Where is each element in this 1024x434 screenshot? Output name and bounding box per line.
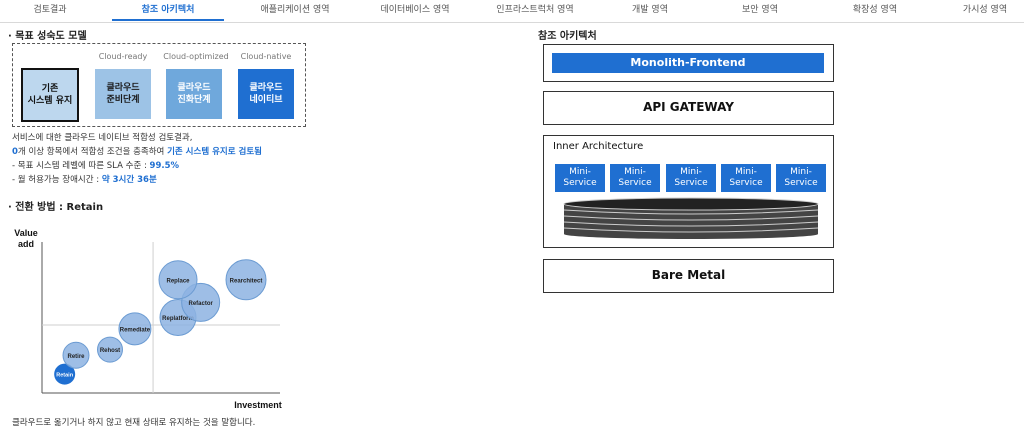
tab-database[interactable]: 데이터베이스 영역 — [355, 0, 475, 21]
bubble-label-refactor: Refactor — [188, 301, 213, 307]
maturity-section-title: · 목표 성숙도 모델 — [8, 31, 87, 42]
inner-architecture-title: Inner Architecture — [553, 141, 644, 152]
summary-line1: 서비스에 대한 클라우드 네이티브 적합성 검토결과, — [12, 133, 193, 143]
bubble-label-retain: Retain — [56, 373, 73, 379]
bubble-label-rearchitect: Rearchitect — [230, 278, 263, 284]
summary-text: 개 이상 항목에서 적합성 조건을 충족하여 — [17, 147, 168, 157]
tab-bar: 검토결과 참조 아키텍처 애플리케이션 영역 데이터베이스 영역 인프라스트럭처… — [0, 0, 1024, 23]
architecture-section-title: 참조 아키텍처 — [538, 31, 597, 42]
tab-scalability[interactable]: 확장성 영역 — [835, 0, 915, 21]
monolith-frontend-bar[interactable]: Monolith-Frontend — [552, 53, 824, 73]
tab-review[interactable]: 검토결과 — [10, 0, 90, 21]
tab-security[interactable]: 보안 영역 — [720, 0, 800, 21]
stage-label-cloud-ready: Cloud-ready — [98, 52, 148, 61]
mini-service-3[interactable]: Mini- Service — [666, 164, 716, 192]
bubble-group: RetainRetireRehostRemediateReplatformRef… — [54, 259, 267, 385]
summary-result: 기존 시스템 유지로 검토됨 — [167, 147, 262, 157]
stage-cloud-optimized: 클라우드 진화단계 — [166, 69, 222, 119]
tab-application[interactable]: 애플리케이션 영역 — [235, 0, 355, 21]
sla-label: - 목표 시스템 레벨에 따른 SLA 수준 : — [12, 161, 150, 171]
stage-legacy: 기존 시스템 유지 — [21, 68, 79, 122]
mini-service-1[interactable]: Mini- Service — [555, 164, 605, 192]
stage-cloud-native: 클라우드 네이티브 — [238, 69, 294, 119]
transition-section-title: · 전환 방법 : Retain — [8, 202, 104, 213]
bubble-chart: Value add Investment Retain Retire Rehost R… — [14, 228, 282, 410]
x-axis-label: Investment — [234, 400, 282, 410]
api-gateway-label: API GATEWAY — [643, 100, 734, 114]
bubble-label-retire: Retire — [67, 354, 85, 360]
bubble-label-remediate: Remediate — [120, 327, 151, 333]
stage-cloud-ready: 클라우드 준비단계 — [95, 69, 151, 119]
mini-service-4[interactable]: Mini- Service — [721, 164, 771, 192]
database-stack-icon — [563, 197, 819, 239]
mini-service-5[interactable]: Mini- Service — [776, 164, 826, 192]
bubble-label-replace: Replace — [166, 278, 190, 284]
stage-label-cloud-native: Cloud-native — [240, 52, 292, 61]
y-axis-label-line2: add — [18, 239, 34, 249]
downtime-value: 약 3시간 36분 — [101, 175, 157, 185]
bubble-label-rehost: Rehost — [100, 348, 120, 354]
bare-metal-label: Bare Metal — [651, 268, 726, 282]
tab-infrastructure[interactable]: 인프라스트럭처 영역 — [470, 0, 600, 21]
mini-service-2[interactable]: Mini- Service — [610, 164, 660, 192]
y-axis-label-line1: Value — [14, 228, 38, 238]
tab-reference-architecture[interactable]: 참조 아키텍처 — [112, 0, 224, 21]
downtime-label: - 월 허용가능 장애시간 : — [12, 175, 102, 185]
summary-sla: - 목표 시스템 레벨에 따른 SLA 수준 : 99.5% — [12, 159, 179, 171]
stage-label-cloud-optimized: Cloud-optimized — [163, 52, 229, 61]
tab-observability[interactable]: 가시성 영역 — [945, 0, 1024, 21]
summary-downtime: - 월 허용가능 장애시간 : 약 3시간 36분 — [12, 173, 157, 185]
tab-development[interactable]: 개발 영역 — [610, 0, 690, 21]
sla-value: 99.5% — [149, 161, 180, 171]
summary-line2: 0개 이상 항목에서 적합성 조건을 충족하여 기존 시스템 유지로 검토됨 — [12, 145, 262, 157]
transition-description: 클라우드로 옮기거나 하지 않고 현재 상태로 유지하는 것을 말합니다. — [12, 418, 256, 428]
